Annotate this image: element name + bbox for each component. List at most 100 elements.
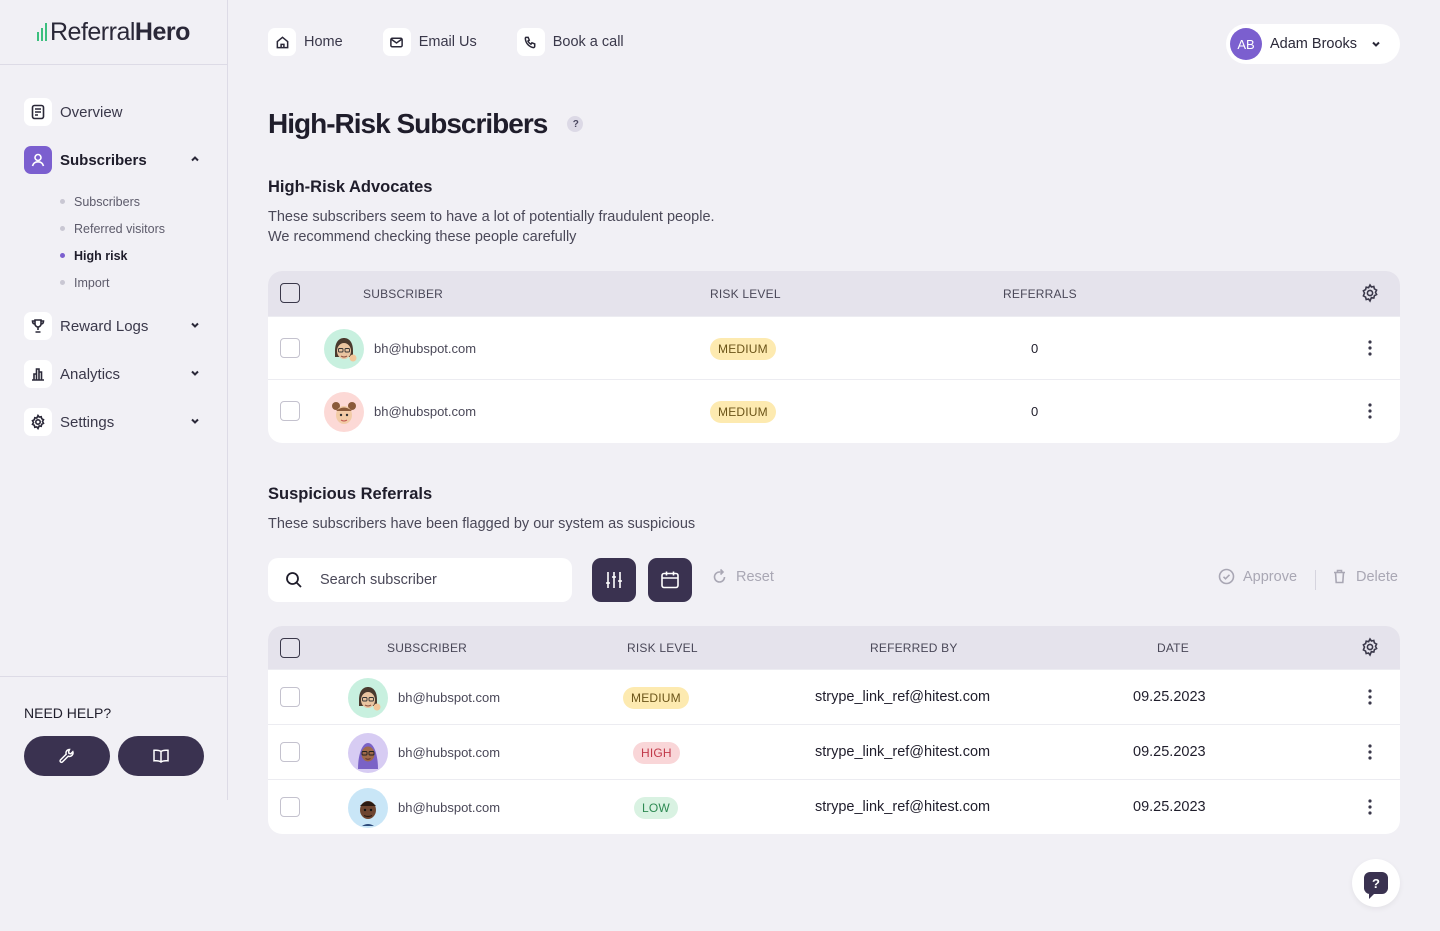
approve-button[interactable]: Approve: [1218, 568, 1297, 585]
subnav-item-high-risk[interactable]: High risk: [60, 242, 227, 269]
wrench-icon: [59, 748, 74, 764]
subnav-label: High risk: [74, 248, 128, 263]
help-tooltip-icon[interactable]: ?: [567, 116, 584, 132]
chevron-up-icon[interactable]: [189, 152, 201, 169]
referralhero-logo[interactable]: Referral Hero: [0, 0, 227, 65]
delete-label: Delete: [1356, 568, 1398, 585]
search-input[interactable]: [320, 572, 540, 588]
column-date[interactable]: DATE: [1157, 641, 1189, 655]
column-risk-level[interactable]: RISK LEVEL: [627, 641, 698, 655]
select-all-checkbox[interactable]: [280, 638, 300, 658]
home-icon: [268, 28, 296, 56]
risk-badge: MEDIUM: [710, 337, 776, 360]
email-us-label: Email Us: [418, 34, 477, 50]
subnav-label: Subscribers: [74, 194, 140, 209]
chevron-down-icon[interactable]: [189, 414, 201, 431]
memoji-avatar: [324, 392, 364, 432]
subnav-label: Import: [74, 275, 110, 290]
column-subscriber[interactable]: SUBSCRIBER: [387, 641, 467, 655]
reset-button[interactable]: Reset: [711, 568, 774, 585]
sidebar-item-reward-logs[interactable]: Reward Logs: [0, 302, 227, 350]
docs-button[interactable]: [118, 736, 204, 776]
table-settings-gear-icon[interactable]: [1360, 283, 1380, 306]
row-checkbox[interactable]: [280, 687, 300, 707]
row-menu-kebab-icon[interactable]: [1360, 742, 1380, 762]
referred-by-email[interactable]: strype_link_ref@hitest.com: [815, 689, 990, 705]
page-title-text: High-Risk Subscribers: [268, 108, 548, 139]
row-checkbox[interactable]: [280, 742, 300, 762]
sidebar-item-subscribers[interactable]: Subscribers: [0, 136, 227, 184]
filter-button[interactable]: [592, 558, 636, 602]
subscriber-email[interactable]: bh@hubspot.com: [398, 800, 500, 815]
advocates-desc-line-2: We recommend checking these people caref…: [268, 229, 577, 245]
sidebar-item-analytics[interactable]: Analytics: [0, 350, 227, 398]
row-checkbox[interactable]: [280, 338, 300, 358]
advocates-title: High-Risk Advocates: [268, 178, 433, 196]
page-title: High-Risk Subscribers ?: [268, 108, 584, 140]
table-settings-gear-icon[interactable]: [1360, 637, 1380, 660]
select-all-checkbox[interactable]: [280, 283, 300, 303]
row-menu-kebab-icon[interactable]: [1360, 338, 1380, 358]
sidebar-item-label: Analytics: [60, 365, 121, 383]
sidebar-item-label: Overview: [60, 103, 123, 121]
bullet-icon: [60, 280, 65, 285]
column-subscriber[interactable]: SUBSCRIBER: [363, 287, 443, 301]
date-filter-button[interactable]: [648, 558, 692, 602]
row-menu-kebab-icon[interactable]: [1360, 797, 1380, 817]
user-name: Adam Brooks: [1270, 36, 1358, 52]
referral-date: 09.25.2023: [1133, 799, 1206, 815]
column-referrals[interactable]: REFERRALS: [1003, 287, 1077, 301]
referred-by-email[interactable]: strype_link_ref@hitest.com: [815, 799, 990, 815]
book-call-link[interactable]: Book a call: [516, 28, 624, 56]
chevron-down-icon[interactable]: [189, 366, 201, 383]
mail-icon: [382, 28, 411, 56]
sidebar-item-label: Reward Logs: [60, 317, 149, 335]
row-menu-kebab-icon[interactable]: [1360, 401, 1380, 421]
column-referred-by[interactable]: REFERRED BY: [870, 641, 958, 655]
table-row: bh@hubspot.com MEDIUM strype_link_ref@hi…: [268, 669, 1400, 724]
home-link[interactable]: Home: [268, 28, 343, 56]
referral-date: 09.25.2023: [1133, 744, 1206, 760]
chevron-down-icon[interactable]: [189, 318, 201, 335]
clipboard-icon: [24, 98, 52, 126]
sidebar-item-label: Subscribers: [60, 151, 147, 169]
user-avatar: AB: [1230, 28, 1262, 60]
referral-date: 09.25.2023: [1133, 689, 1206, 705]
subscribers-subnav: Subscribers Referred visitors High risk …: [0, 184, 227, 302]
subscriber-email[interactable]: bh@hubspot.com: [374, 341, 476, 356]
help-title: NEED HELP?: [24, 705, 112, 721]
trophy-icon: [24, 312, 52, 340]
check-circle-icon: [1218, 568, 1235, 585]
delete-button[interactable]: Delete: [1331, 568, 1398, 585]
column-risk-level[interactable]: RISK LEVEL: [710, 287, 781, 301]
sidebar-item-settings[interactable]: Settings: [0, 398, 227, 446]
row-checkbox[interactable]: [280, 401, 300, 421]
subscriber-email[interactable]: bh@hubspot.com: [398, 745, 500, 760]
sidebar-nav: Overview Subscribers Subscribers Referre…: [0, 65, 227, 446]
risk-level-cell: LOW: [634, 796, 678, 819]
row-menu-kebab-icon[interactable]: [1360, 687, 1380, 707]
referred-by-email[interactable]: strype_link_ref@hitest.com: [815, 744, 990, 760]
email-us-link[interactable]: Email Us: [382, 28, 477, 56]
row-checkbox[interactable]: [280, 797, 300, 817]
subnav-item-import[interactable]: Import: [60, 269, 227, 296]
memoji-avatar: [348, 678, 388, 718]
bar-chart-icon: [24, 360, 52, 388]
subnav-item-referred-visitors[interactable]: Referred visitors: [60, 215, 227, 242]
logo-text-referral: Referral: [50, 17, 135, 46]
subscriber-email[interactable]: bh@hubspot.com: [374, 404, 476, 419]
sidebar-item-overview[interactable]: Overview: [0, 88, 227, 136]
subnav-item-subscribers[interactable]: Subscribers: [60, 188, 227, 215]
bullet-icon: [60, 226, 65, 231]
risk-badge: HIGH: [633, 741, 680, 764]
suspicious-description: These subscribers have been flagged by o…: [268, 516, 696, 532]
support-tools-button[interactable]: [24, 736, 110, 776]
help-buttons: [24, 736, 204, 776]
gear-icon: [24, 408, 52, 436]
risk-level-cell: MEDIUM: [710, 401, 776, 423]
subscriber-email[interactable]: bh@hubspot.com: [398, 690, 500, 705]
support-chat-button[interactable]: ?: [1352, 859, 1400, 907]
calendar-icon: [661, 571, 679, 589]
user-menu[interactable]: AB Adam Brooks: [1226, 24, 1400, 64]
sidebar: Referral Hero Overview Subscribers Subscr…: [0, 0, 228, 800]
